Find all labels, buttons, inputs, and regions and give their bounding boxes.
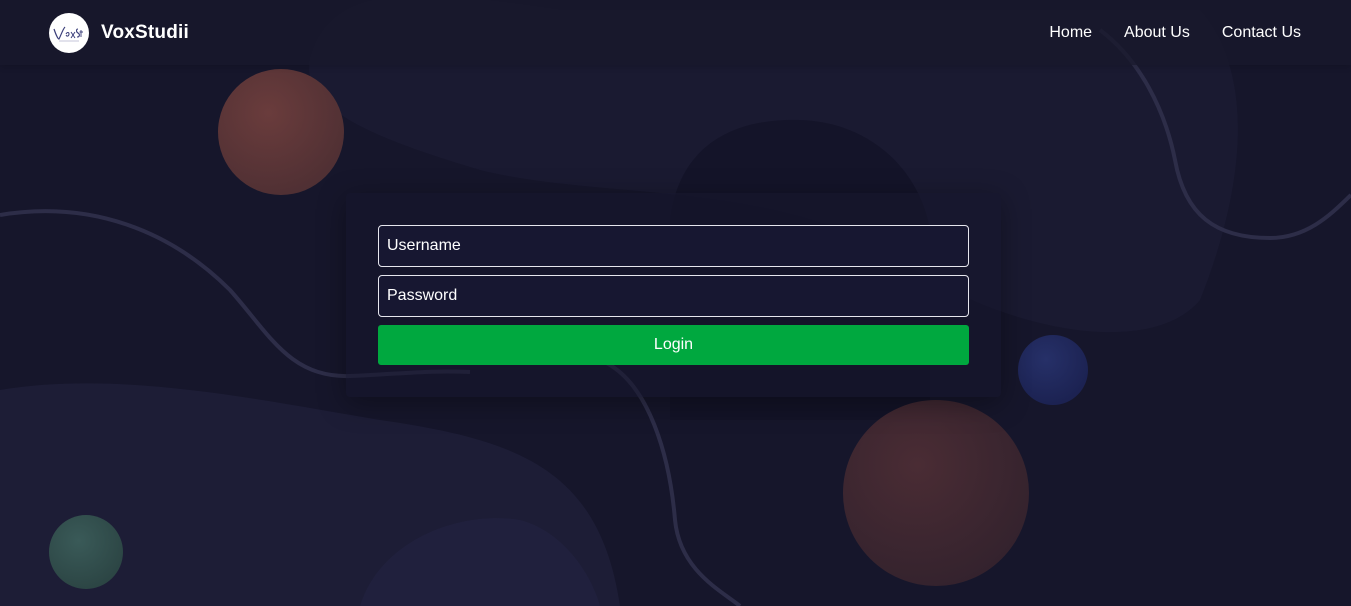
nav-link-about-us[interactable]: About Us [1124, 24, 1190, 42]
navbar: VoxStudii Home About Us Contact Us [0, 0, 1351, 65]
login-card: Login [346, 193, 1001, 397]
brand[interactable]: VoxStudii [49, 12, 189, 53]
bg-circle-blue [1018, 335, 1088, 405]
bg-circle-red-top [218, 69, 344, 195]
login-button[interactable]: Login [378, 325, 969, 365]
bg-circle-red-bottom [843, 400, 1029, 586]
nav-link-home[interactable]: Home [1049, 24, 1092, 42]
username-input[interactable] [378, 225, 969, 267]
nav-link-contact-us[interactable]: Contact Us [1222, 24, 1301, 42]
nav-links: Home About Us Contact Us [1049, 24, 1301, 42]
brand-name[interactable]: VoxStudii [101, 22, 189, 44]
page: VoxStudii Home About Us Contact Us Login [0, 0, 1351, 606]
voxstudii-logo-icon[interactable] [49, 12, 89, 53]
bg-circle-teal [49, 515, 123, 589]
password-input[interactable] [378, 275, 969, 317]
